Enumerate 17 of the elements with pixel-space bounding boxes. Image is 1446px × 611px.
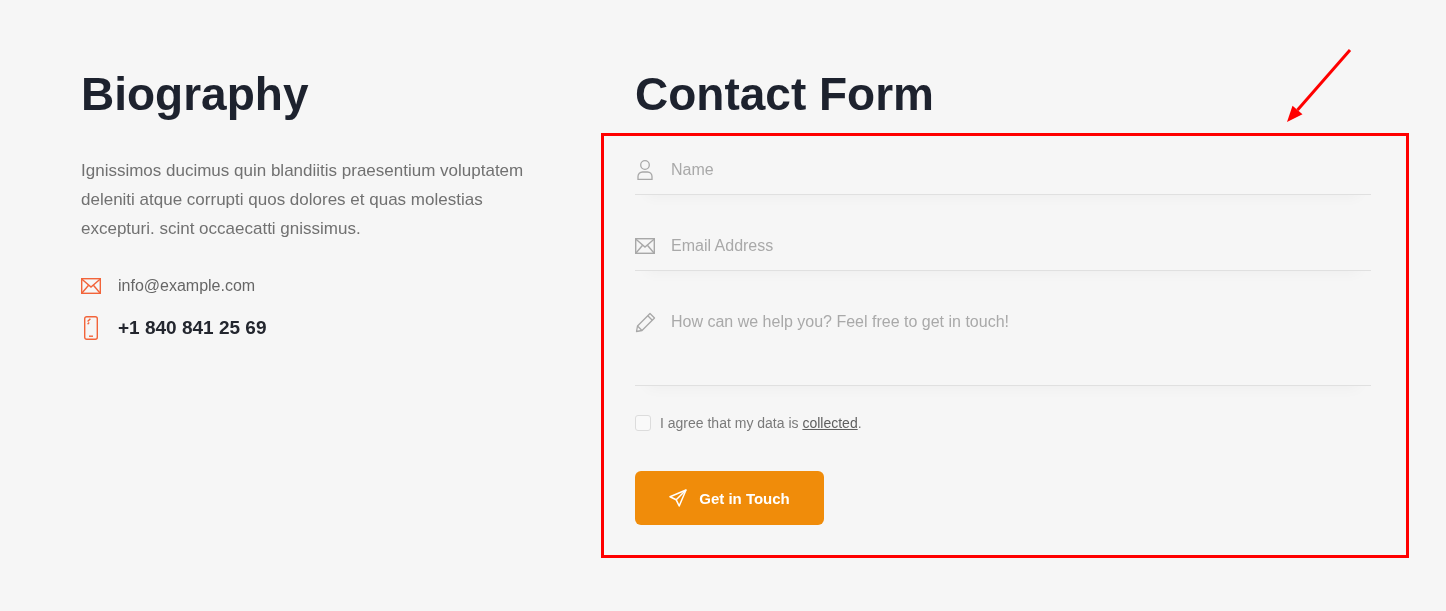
pencil-icon bbox=[635, 312, 656, 333]
envelope-icon bbox=[635, 238, 655, 254]
phone-number: +1 840 841 25 69 bbox=[118, 317, 267, 339]
section-heading: Contact Form bbox=[635, 67, 934, 122]
email-field[interactable]: Email Address bbox=[635, 221, 1371, 271]
mobile-phone-icon bbox=[84, 316, 98, 340]
biography-text: Ignissimos ducimus quin blandiitis praesentium voluptatem deleniti atque corrupti quos dolores et quas molestias excepturi. scint occaecatti gnissimus. bbox=[81, 160, 525, 240]
consent-text: I agree that my data is collected. bbox=[660, 415, 862, 431]
message-field[interactable]: How can we help you? Feel free to get in touch! bbox=[635, 297, 1371, 386]
person-icon bbox=[637, 160, 653, 180]
name-field[interactable]: Name bbox=[635, 145, 1371, 195]
paper-plane-icon bbox=[669, 489, 688, 507]
email-address: info@example.com bbox=[118, 277, 256, 295]
collected-link[interactable]: collected bbox=[802, 415, 858, 431]
section-heading: Biography bbox=[81, 67, 309, 122]
envelope-icon bbox=[81, 278, 101, 294]
consent-checkbox[interactable] bbox=[635, 415, 651, 431]
